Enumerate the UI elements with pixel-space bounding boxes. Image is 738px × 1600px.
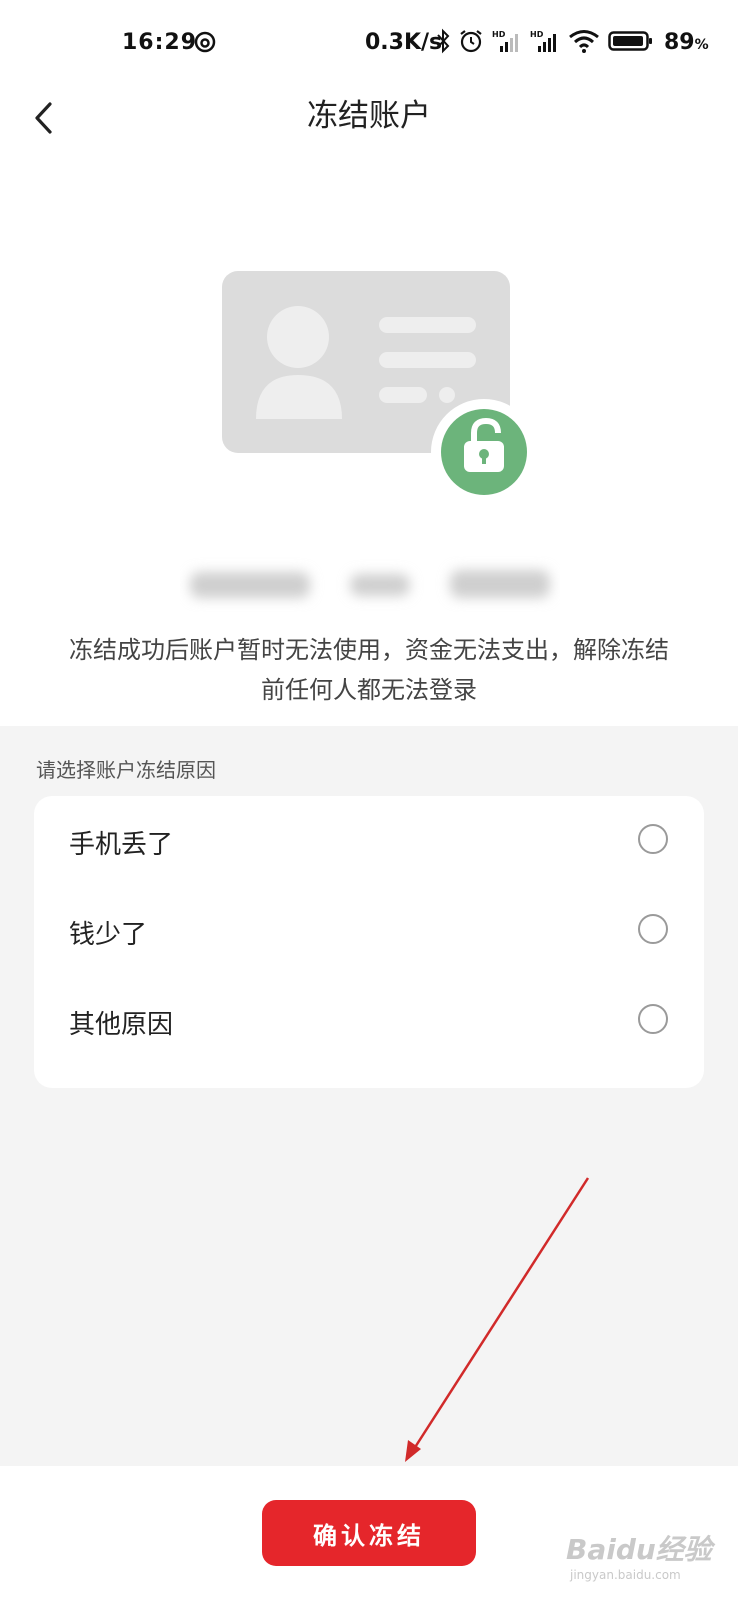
option-label: 钱少了 [69, 920, 148, 950]
status-time: 16:29 [122, 30, 198, 55]
id-card-illustration [222, 271, 532, 501]
watermark-site: jingyan.baidu.com [570, 1568, 681, 1582]
freeze-notice: 冻结成功后账户暂时无法使用，资金无法支出，解除冻结 前任何人都无法登录 [30, 630, 708, 710]
hd-signal-icon: HD [530, 30, 556, 52]
reason-option-other[interactable]: 其他原因 [34, 976, 704, 1066]
notice-line-2: 前任何人都无法登录 [261, 676, 477, 704]
network-speed: 0.3K/s [365, 30, 443, 55]
battery-unit: % [694, 37, 709, 53]
svg-text:HD: HD [492, 30, 506, 39]
confirm-freeze-button[interactable]: 确认冻结 [262, 1500, 476, 1566]
wifi-icon [569, 30, 599, 53]
reason-section-label: 请选择账户冻结原因 [36, 758, 216, 782]
reason-options-card: 手机丢了 钱少了 其他原因 [34, 796, 704, 1088]
battery-icon [608, 31, 652, 51]
battery-percentage: 89% [664, 30, 709, 55]
notice-line-1: 冻结成功后账户暂时无法使用，资金无法支出，解除冻结 [69, 636, 669, 664]
radio-button[interactable] [638, 1004, 668, 1034]
svg-text:HD: HD [530, 30, 544, 39]
alarm-icon [460, 30, 482, 53]
battery-value: 89 [664, 30, 695, 55]
hd-signal-icon: HD [492, 30, 518, 52]
status-bar: 16:29 0.3K/s HD HD 89% [0, 0, 738, 86]
option-label: 其他原因 [69, 1010, 174, 1040]
reason-option-less-money[interactable]: 钱少了 [34, 886, 704, 976]
blurred-account-info [190, 570, 550, 598]
option-label: 手机丢了 [69, 830, 174, 860]
radio-button[interactable] [638, 914, 668, 944]
radio-button[interactable] [638, 824, 668, 854]
page-title: 冻结账户 [307, 98, 431, 134]
app-notification-icon [194, 31, 216, 53]
reason-option-lost-phone[interactable]: 手机丢了 [34, 796, 704, 886]
bluetooth-icon [437, 28, 450, 54]
baidu-watermark: Baidu经验 jingyan.baidu.com [566, 1528, 728, 1592]
nav-bar: 冻结账户 [0, 86, 738, 172]
watermark-brand: Baidu经验 [566, 1533, 712, 1566]
